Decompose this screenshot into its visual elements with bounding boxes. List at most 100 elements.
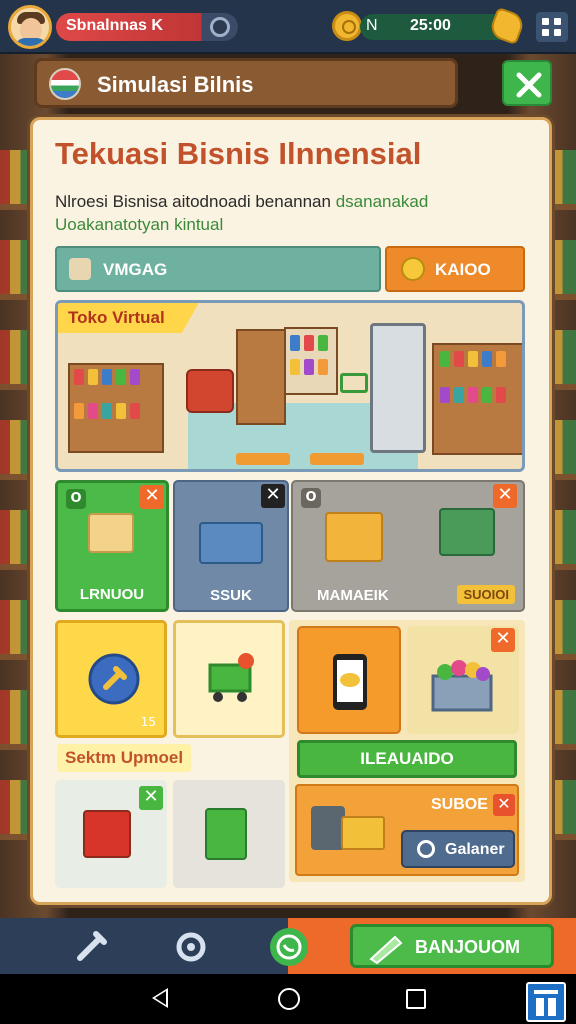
close-icon[interactable]: ✕ [493, 794, 515, 816]
tile-phone[interactable] [297, 626, 401, 734]
product [318, 359, 328, 375]
ileauaido-button[interactable]: ILEAUAIDO [297, 740, 517, 778]
description-line2: Uoakanatotyan kintual [55, 215, 224, 234]
android-nav-bar [0, 974, 576, 1024]
globe-flag-icon [49, 68, 81, 100]
settings-icon[interactable] [172, 928, 210, 966]
tile-caption: LRNUOU [79, 586, 145, 603]
shelf-center-left [236, 329, 286, 425]
tile-green-box[interactable] [173, 780, 285, 888]
tile-red-box[interactable]: ✕ [55, 780, 167, 888]
cash-register-icon [439, 508, 495, 556]
title-banner: Simulasi Bilnis [34, 58, 458, 108]
floor-mat [310, 453, 364, 465]
vending-machine [370, 323, 426, 453]
vmgag-button[interactable]: VMGAG [55, 246, 381, 292]
close-button[interactable] [502, 60, 552, 106]
back-icon[interactable] [152, 988, 168, 1008]
tile-cart[interactable] [173, 620, 285, 738]
product [496, 387, 506, 403]
virtual-store-scene[interactable]: Toko Virtual [55, 300, 525, 472]
store-tag: Toko Virtual [58, 303, 199, 333]
product [318, 335, 328, 351]
close-icon [516, 72, 542, 98]
product [88, 403, 98, 419]
product [454, 351, 464, 367]
product [290, 335, 300, 351]
product [74, 369, 84, 385]
grid-menu-icon[interactable] [536, 12, 568, 42]
close-icon[interactable]: ✕ [140, 485, 164, 509]
basket-icon [199, 522, 263, 564]
product [468, 351, 478, 367]
coin-icon [332, 11, 362, 41]
avatar-shirt [15, 38, 47, 46]
tile-basket[interactable]: ✕ [407, 626, 519, 734]
tile-lrnuou[interactable]: O ✕ LRNUOU [55, 480, 169, 612]
fruit-basket-icon [431, 660, 493, 712]
vmgag-label: VMGAG [103, 260, 168, 279]
product [88, 369, 98, 385]
product [440, 351, 450, 367]
tile-mamaeik[interactable]: O ✕ MAMAEIK SUOIOI [291, 480, 525, 612]
pen-icon[interactable] [72, 928, 110, 966]
whatsapp-icon[interactable] [270, 928, 308, 966]
smartphone-icon [333, 654, 367, 710]
main-panel: Tekuasi Bisnis Ilnnensial Nlroesi Bisnis… [30, 117, 552, 905]
kaioo-button[interactable]: KAIOO [385, 246, 525, 292]
pin-badge-icon [88, 653, 140, 705]
home-icon[interactable] [278, 988, 300, 1010]
close-icon[interactable]: ✕ [261, 484, 285, 508]
app-corner-icon[interactable] [526, 982, 566, 1022]
hand-icon [69, 258, 91, 280]
product [304, 335, 314, 351]
galaner-button[interactable]: Galaner [401, 830, 515, 868]
produce-cart-icon [341, 816, 385, 850]
product [304, 359, 314, 375]
product [440, 387, 450, 403]
tile-caption: SSUK [210, 587, 252, 604]
product [130, 369, 140, 385]
machine-icon [311, 806, 345, 850]
bottom-bar: BANJOUOM [0, 918, 576, 974]
description-line1: Nlroesi Bisnisa aitodnoadi benannan [55, 192, 336, 211]
close-icon[interactable]: ✕ [491, 628, 515, 652]
suboe-label: SUBOE [431, 796, 488, 813]
panel-title: Tekuasi Bisnis Ilnnensial [55, 136, 422, 171]
tile-ssuk[interactable]: ✕ SSUK [173, 480, 289, 612]
product [102, 403, 112, 419]
upgrade-section-label: Sektm Upmoel [57, 744, 192, 772]
top-bar: Sbnalnnas K N 25:00 [0, 0, 576, 54]
product [454, 387, 464, 403]
suboe-section: SUBOE ✕ Galaner [295, 784, 519, 876]
floor-mat [236, 453, 290, 465]
shopping-cart-icon [208, 653, 254, 702]
avatar[interactable] [8, 5, 52, 49]
check-icon[interactable]: ✕ [139, 786, 163, 810]
close-icon[interactable]: ✕ [493, 484, 517, 508]
cash-register [186, 369, 234, 413]
screen-title: Simulasi Bilnis [97, 72, 254, 97]
shopping-cart-icon [340, 373, 368, 393]
green-box-icon [205, 808, 247, 860]
key-icon [401, 257, 425, 281]
tile-promo[interactable]: 15 [55, 620, 167, 738]
toggle-icon[interactable] [210, 17, 230, 37]
shelf-box-icon [88, 513, 134, 553]
kaioo-label: KAIOO [435, 260, 491, 279]
product [482, 351, 492, 367]
currency-label: N [366, 17, 378, 34]
product [468, 387, 478, 403]
product [496, 351, 506, 367]
banjouom-button[interactable]: BANJOUOM [350, 924, 554, 968]
tile-chip: O [301, 488, 321, 508]
product [482, 387, 492, 403]
product [116, 369, 126, 385]
panel-description: Nlroesi Bisnisa aitodnoadi benannan dsan… [55, 190, 525, 236]
player-name-pill[interactable]: Sbnalnnas K [56, 13, 238, 41]
tile-chip: O [66, 489, 86, 509]
recent-apps-icon[interactable] [406, 989, 426, 1009]
product [102, 369, 112, 385]
galaner-label: Galaner [445, 841, 505, 858]
product [130, 403, 140, 419]
